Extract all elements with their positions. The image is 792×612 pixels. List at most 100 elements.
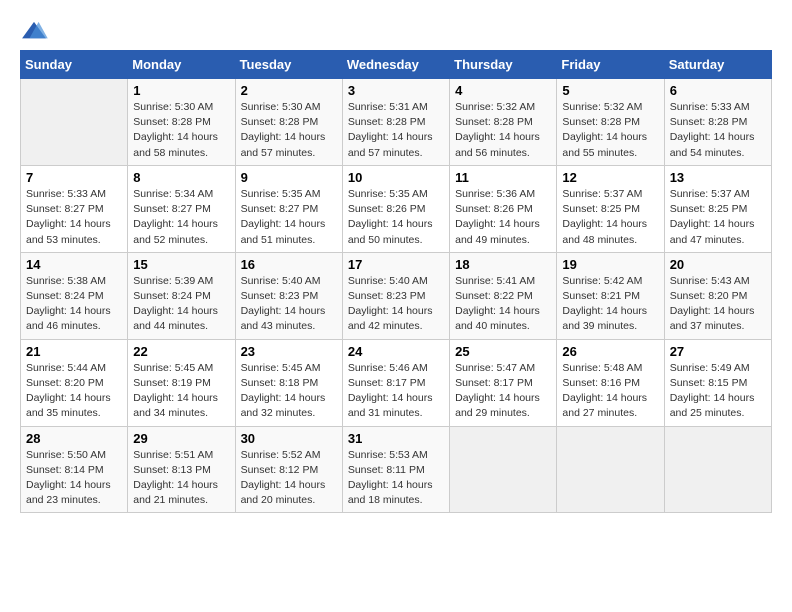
day-detail: Sunrise: 5:33 AM Sunset: 8:28 PM Dayligh… (670, 100, 766, 161)
day-number: 11 (455, 170, 551, 185)
calendar-cell: 12 Sunrise: 5:37 AM Sunset: 8:25 PM Dayli… (557, 165, 664, 252)
calendar-cell: 1 Sunrise: 5:30 AM Sunset: 8:28 PM Daylig… (128, 79, 235, 166)
day-number: 6 (670, 83, 766, 98)
calendar-week-row: 1 Sunrise: 5:30 AM Sunset: 8:28 PM Daylig… (21, 79, 772, 166)
calendar-cell: 4 Sunrise: 5:32 AM Sunset: 8:28 PM Daylig… (450, 79, 557, 166)
calendar-cell: 21 Sunrise: 5:44 AM Sunset: 8:20 PM Dayli… (21, 339, 128, 426)
calendar-cell: 26 Sunrise: 5:48 AM Sunset: 8:16 PM Dayli… (557, 339, 664, 426)
calendar-cell (21, 79, 128, 166)
day-detail: Sunrise: 5:35 AM Sunset: 8:26 PM Dayligh… (348, 187, 444, 248)
page-header (20, 20, 772, 42)
calendar-cell: 6 Sunrise: 5:33 AM Sunset: 8:28 PM Daylig… (664, 79, 771, 166)
logo (20, 20, 52, 42)
calendar-cell: 13 Sunrise: 5:37 AM Sunset: 8:25 PM Dayli… (664, 165, 771, 252)
day-number: 27 (670, 344, 766, 359)
calendar-cell: 20 Sunrise: 5:43 AM Sunset: 8:20 PM Dayli… (664, 252, 771, 339)
day-number: 13 (670, 170, 766, 185)
calendar-cell: 24 Sunrise: 5:46 AM Sunset: 8:17 PM Dayli… (342, 339, 449, 426)
day-detail: Sunrise: 5:45 AM Sunset: 8:19 PM Dayligh… (133, 361, 229, 422)
day-number: 5 (562, 83, 658, 98)
day-detail: Sunrise: 5:48 AM Sunset: 8:16 PM Dayligh… (562, 361, 658, 422)
day-number: 4 (455, 83, 551, 98)
day-number: 1 (133, 83, 229, 98)
calendar-cell: 18 Sunrise: 5:41 AM Sunset: 8:22 PM Dayli… (450, 252, 557, 339)
calendar-cell (450, 426, 557, 513)
day-number: 24 (348, 344, 444, 359)
day-detail: Sunrise: 5:30 AM Sunset: 8:28 PM Dayligh… (133, 100, 229, 161)
day-detail: Sunrise: 5:46 AM Sunset: 8:17 PM Dayligh… (348, 361, 444, 422)
logo-icon (20, 20, 48, 42)
day-detail: Sunrise: 5:37 AM Sunset: 8:25 PM Dayligh… (670, 187, 766, 248)
calendar-cell: 31 Sunrise: 5:53 AM Sunset: 8:11 PM Dayli… (342, 426, 449, 513)
day-number: 7 (26, 170, 122, 185)
day-number: 16 (241, 257, 337, 272)
day-detail: Sunrise: 5:37 AM Sunset: 8:25 PM Dayligh… (562, 187, 658, 248)
day-number: 9 (241, 170, 337, 185)
calendar-header-cell: Monday (128, 51, 235, 79)
day-detail: Sunrise: 5:39 AM Sunset: 8:24 PM Dayligh… (133, 274, 229, 335)
day-detail: Sunrise: 5:40 AM Sunset: 8:23 PM Dayligh… (348, 274, 444, 335)
day-number: 3 (348, 83, 444, 98)
day-detail: Sunrise: 5:31 AM Sunset: 8:28 PM Dayligh… (348, 100, 444, 161)
calendar-cell (557, 426, 664, 513)
day-detail: Sunrise: 5:36 AM Sunset: 8:26 PM Dayligh… (455, 187, 551, 248)
calendar-table: SundayMondayTuesdayWednesdayThursdayFrid… (20, 50, 772, 513)
day-detail: Sunrise: 5:40 AM Sunset: 8:23 PM Dayligh… (241, 274, 337, 335)
day-number: 8 (133, 170, 229, 185)
calendar-week-row: 7Sunrise: 5:33 AM Sunset: 8:27 PM Daylig… (21, 165, 772, 252)
calendar-body: 1 Sunrise: 5:30 AM Sunset: 8:28 PM Daylig… (21, 79, 772, 513)
calendar-header-cell: Tuesday (235, 51, 342, 79)
day-number: 30 (241, 431, 337, 446)
day-detail: Sunrise: 5:30 AM Sunset: 8:28 PM Dayligh… (241, 100, 337, 161)
calendar-cell: 3 Sunrise: 5:31 AM Sunset: 8:28 PM Daylig… (342, 79, 449, 166)
calendar-header-cell: Saturday (664, 51, 771, 79)
calendar-header-row: SundayMondayTuesdayWednesdayThursdayFrid… (21, 51, 772, 79)
calendar-cell: 27 Sunrise: 5:49 AM Sunset: 8:15 PM Dayli… (664, 339, 771, 426)
day-number: 18 (455, 257, 551, 272)
day-detail: Sunrise: 5:50 AM Sunset: 8:14 PM Dayligh… (26, 448, 122, 509)
day-detail: Sunrise: 5:47 AM Sunset: 8:17 PM Dayligh… (455, 361, 551, 422)
day-number: 17 (348, 257, 444, 272)
day-number: 19 (562, 257, 658, 272)
day-number: 26 (562, 344, 658, 359)
day-number: 23 (241, 344, 337, 359)
calendar-cell: 22 Sunrise: 5:45 AM Sunset: 8:19 PM Dayli… (128, 339, 235, 426)
calendar-cell: 16 Sunrise: 5:40 AM Sunset: 8:23 PM Dayli… (235, 252, 342, 339)
calendar-header-cell: Wednesday (342, 51, 449, 79)
calendar-header-cell: Sunday (21, 51, 128, 79)
calendar-week-row: 14 Sunrise: 5:38 AM Sunset: 8:24 PM Dayli… (21, 252, 772, 339)
calendar-cell: 19 Sunrise: 5:42 AM Sunset: 8:21 PM Dayli… (557, 252, 664, 339)
day-detail: Sunrise: 5:44 AM Sunset: 8:20 PM Dayligh… (26, 361, 122, 422)
day-number: 10 (348, 170, 444, 185)
calendar-cell: 15Sunrise: 5:39 AM Sunset: 8:24 PM Dayli… (128, 252, 235, 339)
day-number: 22 (133, 344, 229, 359)
calendar-cell: 14 Sunrise: 5:38 AM Sunset: 8:24 PM Dayli… (21, 252, 128, 339)
calendar-cell: 8Sunrise: 5:34 AM Sunset: 8:27 PM Daylig… (128, 165, 235, 252)
calendar-cell: 28 Sunrise: 5:50 AM Sunset: 8:14 PM Dayli… (21, 426, 128, 513)
day-detail: Sunrise: 5:53 AM Sunset: 8:11 PM Dayligh… (348, 448, 444, 509)
calendar-header-cell: Friday (557, 51, 664, 79)
day-detail: Sunrise: 5:49 AM Sunset: 8:15 PM Dayligh… (670, 361, 766, 422)
day-number: 20 (670, 257, 766, 272)
day-detail: Sunrise: 5:41 AM Sunset: 8:22 PM Dayligh… (455, 274, 551, 335)
day-number: 12 (562, 170, 658, 185)
day-detail: Sunrise: 5:43 AM Sunset: 8:20 PM Dayligh… (670, 274, 766, 335)
day-number: 21 (26, 344, 122, 359)
calendar-cell: 9Sunrise: 5:35 AM Sunset: 8:27 PM Daylig… (235, 165, 342, 252)
calendar-cell: 29Sunrise: 5:51 AM Sunset: 8:13 PM Dayli… (128, 426, 235, 513)
day-detail: Sunrise: 5:32 AM Sunset: 8:28 PM Dayligh… (455, 100, 551, 161)
calendar-cell (664, 426, 771, 513)
day-number: 14 (26, 257, 122, 272)
calendar-cell: 25 Sunrise: 5:47 AM Sunset: 8:17 PM Dayli… (450, 339, 557, 426)
day-number: 28 (26, 431, 122, 446)
calendar-cell: 7Sunrise: 5:33 AM Sunset: 8:27 PM Daylig… (21, 165, 128, 252)
day-detail: Sunrise: 5:45 AM Sunset: 8:18 PM Dayligh… (241, 361, 337, 422)
calendar-week-row: 28 Sunrise: 5:50 AM Sunset: 8:14 PM Dayli… (21, 426, 772, 513)
day-number: 25 (455, 344, 551, 359)
calendar-header-cell: Thursday (450, 51, 557, 79)
calendar-cell: 5Sunrise: 5:32 AM Sunset: 8:28 PM Daylig… (557, 79, 664, 166)
day-number: 31 (348, 431, 444, 446)
day-detail: Sunrise: 5:42 AM Sunset: 8:21 PM Dayligh… (562, 274, 658, 335)
day-detail: Sunrise: 5:38 AM Sunset: 8:24 PM Dayligh… (26, 274, 122, 335)
calendar-cell: 2Sunrise: 5:30 AM Sunset: 8:28 PM Daylig… (235, 79, 342, 166)
